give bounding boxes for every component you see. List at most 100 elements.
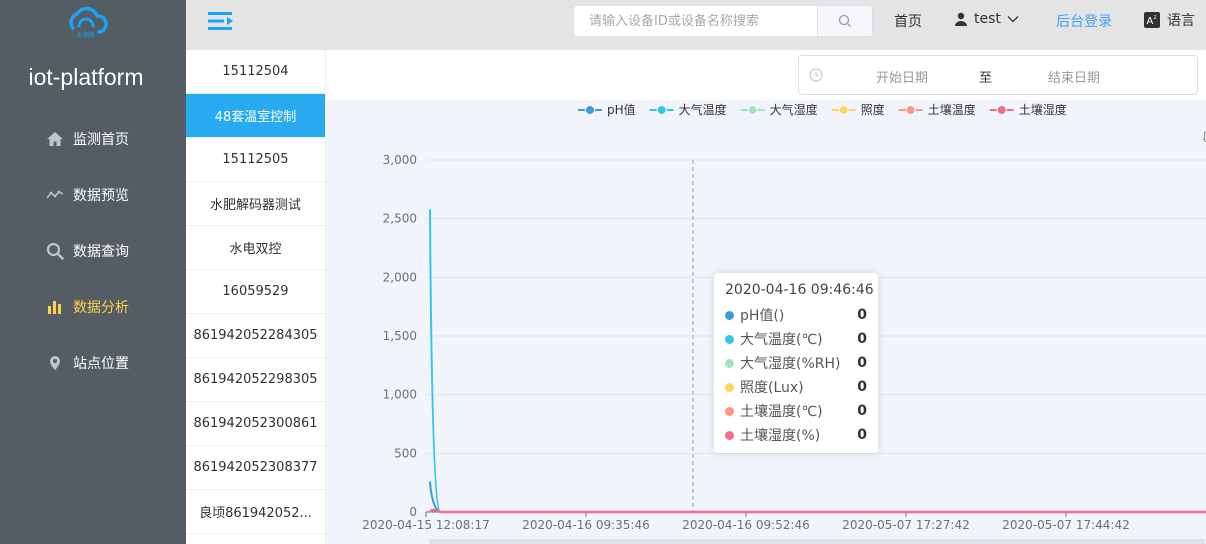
tooltip-row: 大气湿度(%RH) 0 bbox=[725, 353, 867, 373]
admin-login-link[interactable]: 后台登录 bbox=[1056, 11, 1112, 31]
sidebar-item-label: 数据分析 bbox=[73, 300, 129, 316]
tooltip-row: pH值() 0 bbox=[725, 305, 867, 325]
tooltip-title: 2020-04-16 09:46:46 bbox=[725, 282, 874, 298]
y-tick-label: 1,500 bbox=[383, 329, 417, 343]
sidebar-item-data-preview[interactable]: 数据预览 bbox=[0, 167, 186, 223]
toolbox-icon[interactable]: ⇩ bbox=[1200, 130, 1206, 146]
legend-item[interactable]: 土壤湿度 bbox=[989, 102, 1067, 117]
device-item[interactable]: 16059529 bbox=[186, 270, 325, 314]
translate-icon: Az bbox=[1144, 12, 1160, 28]
device-item[interactable]: 15112505 bbox=[186, 138, 325, 182]
legend-label: 土壤温度 bbox=[928, 102, 976, 117]
y-tick-label: 500 bbox=[394, 446, 417, 460]
menu-collapse-icon[interactable] bbox=[208, 11, 234, 31]
bar-chart-icon bbox=[46, 298, 64, 316]
legend-label: 大气温度 bbox=[679, 102, 727, 117]
user-name: test bbox=[974, 11, 1001, 27]
device-item-active[interactable]: 48套温室控制 bbox=[186, 94, 325, 138]
language-label: 语言 bbox=[1167, 13, 1195, 29]
clock-icon bbox=[809, 68, 823, 82]
legend-marker bbox=[838, 105, 849, 115]
legend-marker bbox=[905, 105, 916, 115]
search-button[interactable] bbox=[817, 6, 872, 36]
tooltip-row: 照度(Lux) 0 bbox=[725, 377, 867, 397]
search-input[interactable] bbox=[574, 6, 817, 36]
data-zoom-slider[interactable] bbox=[429, 539, 1205, 544]
sidebar-item-label: 站点位置 bbox=[73, 356, 129, 372]
device-item[interactable]: 水电双控 bbox=[186, 226, 325, 270]
legend-dot bbox=[725, 382, 734, 392]
sidebar-item-monitor-home[interactable]: 监测首页 bbox=[0, 111, 186, 167]
tooltip-series-value: 0 bbox=[857, 331, 867, 347]
y-tick-label: 0 bbox=[409, 505, 417, 519]
device-item[interactable]: 良顷861942052... bbox=[186, 490, 325, 534]
user-menu[interactable]: test bbox=[954, 11, 1019, 27]
x-tick-label: 2020-04-15 12:08:17 bbox=[362, 518, 489, 532]
device-item[interactable]: 861942052284305 bbox=[186, 314, 325, 358]
top-header: 首页 test 后台登录 Az 语言 bbox=[186, 0, 1206, 50]
tooltip-series-value: 0 bbox=[857, 307, 867, 323]
tooltip-series-value: 0 bbox=[857, 403, 867, 419]
device-item[interactable]: 15112504 bbox=[186, 50, 325, 94]
tooltip-row: 土壤湿度(%) 0 bbox=[725, 425, 867, 445]
date-range-separator: 至 bbox=[979, 71, 993, 86]
sidebar: 云物联 iot-platform 监测首页 数据预览 数据查询 数据分析 站点位… bbox=[0, 0, 186, 544]
logo-caption: 云物联 bbox=[76, 32, 95, 39]
tooltip-series-name: 大气湿度(%RH) bbox=[740, 356, 841, 372]
tooltip-series-name: pH值() bbox=[740, 308, 785, 324]
device-list: 15112504 48套温室控制 15112505 水肥解码器测试 水电双控 1… bbox=[186, 50, 326, 544]
legend-marker bbox=[656, 105, 667, 115]
date-range-picker[interactable]: 开始日期 至 结束日期 bbox=[798, 55, 1198, 95]
language-switch[interactable]: Az 语言 bbox=[1144, 10, 1195, 30]
filter-bar: 开始日期 至 结束日期 bbox=[326, 50, 1206, 100]
legend-dot bbox=[725, 334, 734, 344]
legend-dot bbox=[725, 430, 734, 440]
device-item[interactable]: 861942052308377 bbox=[186, 446, 325, 490]
x-tick-label: 2020-05-07 17:44:42 bbox=[1002, 518, 1129, 532]
home-icon bbox=[46, 130, 64, 148]
sidebar-item-site-location[interactable]: 站点位置 bbox=[0, 335, 186, 391]
line-trend-icon bbox=[46, 186, 64, 204]
legend-dot bbox=[725, 310, 734, 320]
end-date-input[interactable]: 结束日期 bbox=[1019, 67, 1129, 86]
start-date-input[interactable]: 开始日期 bbox=[847, 67, 957, 86]
sidebar-item-data-query[interactable]: 数据查询 bbox=[0, 223, 186, 279]
tooltip-series-name: 土壤湿度(%) bbox=[740, 428, 821, 444]
brand-title: iot-platform bbox=[28, 64, 144, 90]
legend-label: 照度 bbox=[861, 102, 885, 117]
y-tick-label: 1,000 bbox=[383, 388, 417, 402]
device-item[interactable]: 水肥解码器测试 bbox=[186, 182, 325, 226]
legend-marker bbox=[996, 105, 1007, 115]
legend-label: 大气湿度 bbox=[770, 102, 818, 117]
legend-item[interactable]: pH值 bbox=[578, 102, 636, 117]
sidebar-item-label: 数据预览 bbox=[73, 188, 129, 204]
y-tick-label: 2,500 bbox=[383, 212, 417, 226]
device-search bbox=[573, 5, 873, 37]
y-tick-label: 2,000 bbox=[383, 270, 417, 284]
sidebar-item-label: 监测首页 bbox=[73, 132, 129, 148]
device-item[interactable]: 861942052298305 bbox=[186, 358, 325, 402]
tooltip-series-name: 土壤温度(℃) bbox=[740, 404, 823, 420]
legend-item[interactable]: 土壤温度 bbox=[898, 102, 976, 117]
legend-marker bbox=[585, 105, 595, 115]
svg-text:z: z bbox=[1154, 14, 1157, 21]
legend-label: 土壤湿度 bbox=[1019, 102, 1067, 117]
sidebar-item-label: 数据查询 bbox=[73, 244, 129, 260]
home-link[interactable]: 首页 bbox=[894, 11, 922, 31]
tooltip-series-name: 照度(Lux) bbox=[740, 380, 804, 396]
location-pin-icon bbox=[46, 354, 64, 372]
legend-dot bbox=[725, 358, 734, 368]
legend-item[interactable]: 照度 bbox=[831, 102, 885, 117]
device-item[interactable]: 861942052300861 bbox=[186, 402, 325, 446]
chart-tooltip: 2020-04-16 09:46:46 pH值() 0 大气温度(℃) 0 大气… bbox=[714, 273, 878, 453]
legend-item[interactable]: 大气温度 bbox=[649, 102, 727, 117]
legend-item[interactable]: 大气湿度 bbox=[740, 102, 818, 117]
tooltip-series-name: 大气温度(℃) bbox=[740, 332, 823, 348]
tooltip-row: 大气温度(℃) 0 bbox=[725, 329, 867, 349]
tooltip-row: 土壤温度(℃) 0 bbox=[725, 401, 867, 421]
sidebar-item-data-analysis[interactable]: 数据分析 bbox=[0, 279, 186, 335]
x-tick-label: 2020-04-16 09:35:46 bbox=[522, 518, 649, 532]
series-line bbox=[428, 508, 1206, 514]
legend-dot bbox=[725, 406, 734, 416]
legend-label: pH值 bbox=[607, 102, 636, 117]
